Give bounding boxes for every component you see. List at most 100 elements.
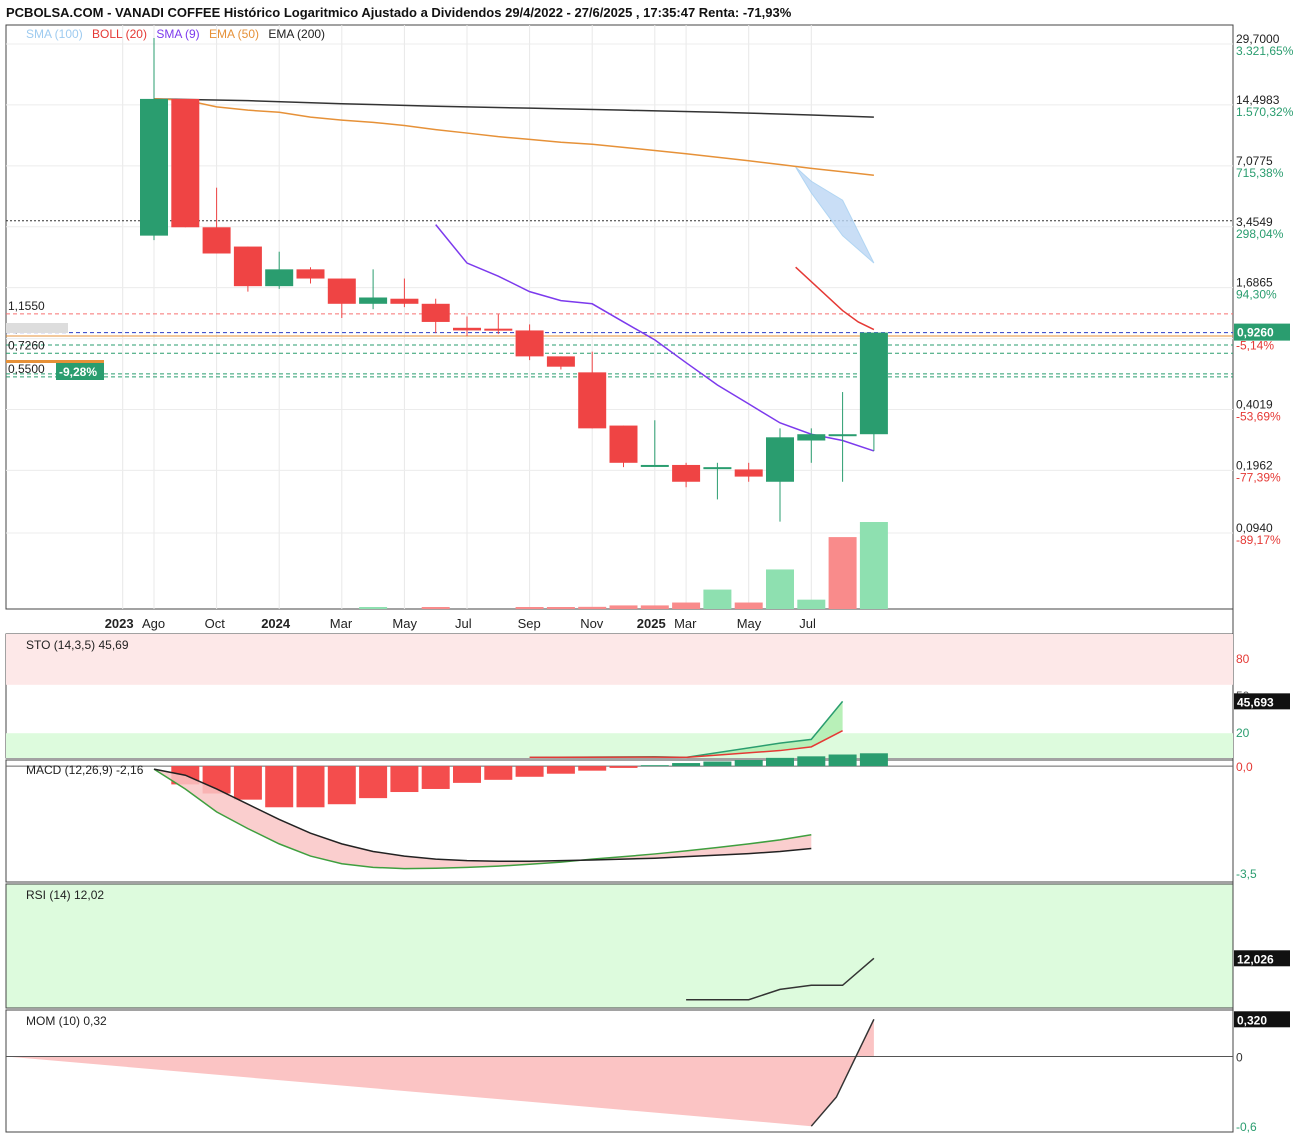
macd-hist-bar (828, 754, 857, 767)
macd-hist-bar (484, 766, 513, 780)
left-level-label: 1,1550 (8, 299, 45, 313)
volume-bar (609, 605, 638, 609)
candle-body (359, 297, 388, 304)
macd-hist-bar (453, 766, 481, 783)
legend-sma100[interactable]: SMA (100) (26, 27, 83, 41)
macd-hist-bar (359, 766, 388, 799)
volume-bar (421, 607, 450, 609)
macd-hist-bar (421, 766, 450, 789)
price-tick-pct: -77,39% (1236, 470, 1281, 484)
candle-body (766, 437, 794, 482)
mom-level-label: -0,6 (1236, 1120, 1257, 1134)
x-axis-label: Jul (455, 616, 472, 631)
sma100-band (795, 166, 875, 264)
macd-hist-bar (296, 766, 325, 808)
volume-bar (797, 599, 826, 609)
candle-body (390, 298, 419, 304)
price-tick-pct: -5,14% (1236, 339, 1274, 353)
boll-upper-line (795, 266, 875, 331)
macd-hist-bar (672, 763, 701, 767)
left-badge-text: -9,28% (59, 365, 97, 379)
x-axis-label: May (392, 616, 417, 631)
price-tick-pct: -89,17% (1236, 533, 1281, 547)
chart-canvas: 29,70003.321,65%14,49831.570,32%7,077571… (5, 24, 1294, 1134)
indicator-legend: SMA (100) BOLL (20) SMA (9) EMA (50) EMA… (26, 27, 331, 41)
candle-body (202, 227, 231, 254)
x-axis-label: May (737, 616, 762, 631)
candle-body (734, 469, 763, 477)
candle-body (515, 330, 544, 357)
sto-level-label: 20 (1236, 726, 1250, 740)
macd-hist-bar (327, 766, 356, 805)
volume-bar (672, 602, 701, 609)
candle-body (703, 467, 732, 470)
mom-level-label: 0 (1236, 1050, 1243, 1064)
ema50-line (153, 98, 874, 177)
candle-body (140, 98, 168, 236)
sto-oversold-zone (6, 733, 1233, 758)
volume-bar (859, 522, 888, 609)
candle-body (797, 434, 826, 441)
macd-hist-bar (766, 757, 794, 767)
candle-body (327, 278, 356, 304)
legend-sma9[interactable]: SMA (9) (156, 27, 199, 41)
left-level-label: 0,7260 (8, 338, 45, 352)
macd-hist-bar (390, 766, 419, 793)
candle-body (484, 328, 513, 331)
macd-title: MACD (12,26,9) -2,16 (26, 763, 144, 777)
legend-ema200[interactable]: EMA (200) (268, 27, 325, 41)
x-axis-label: 2024 (261, 616, 291, 631)
price-tick-pct: 298,04% (1236, 227, 1284, 241)
x-axis-label: Jul (799, 616, 816, 631)
volume-bar (578, 606, 607, 609)
sto-overbought-zone (6, 634, 1233, 685)
sto-title: STO (14,3,5) 45,69 (26, 638, 129, 652)
macd-hist-bar (515, 766, 544, 777)
x-axis-label: 2023 (105, 616, 134, 631)
volume-bar (734, 602, 763, 609)
candle-body (296, 269, 325, 279)
x-axis-label: Ago (142, 616, 165, 631)
mom-last-label: 0,320 (1237, 1013, 1267, 1027)
macd-hist-bar (609, 766, 638, 768)
macd-hist-bar (703, 761, 732, 767)
price-tick-pct: 715,38% (1236, 166, 1284, 180)
legend-ema50[interactable]: EMA (50) (209, 27, 259, 41)
volume-bar (515, 607, 544, 609)
candle-body (828, 434, 857, 437)
legend-boll20[interactable]: BOLL (20) (92, 27, 147, 41)
rsi-panel (5, 883, 1234, 1009)
x-axis-label: Nov (580, 616, 604, 631)
price-tick-pct: 94,30% (1236, 288, 1277, 302)
candle-body (171, 98, 200, 228)
mom-title: MOM (10) 0,32 (26, 1014, 107, 1028)
left-marker-ema (6, 360, 104, 363)
macd-hist-bar (797, 756, 826, 767)
x-axis-label: Sep (518, 616, 541, 631)
macd-hist-bar (265, 766, 294, 808)
rsi-last-label: 12,026 (1237, 952, 1274, 966)
x-axis-label: Oct (205, 616, 226, 631)
price-tick-pct: 3.321,65% (1236, 44, 1294, 58)
candle-body (578, 372, 607, 429)
macd-level-label: 0,0 (1236, 760, 1253, 774)
candle-body (546, 356, 575, 367)
x-axis-label: Mar (330, 616, 353, 631)
last-price-label: 0,9260 (1237, 326, 1274, 340)
volume-bar (766, 569, 794, 609)
macd-hist-bar (546, 766, 575, 774)
macd-hist-bar (859, 753, 888, 767)
candle-body (672, 464, 701, 482)
volume-bar (703, 589, 732, 609)
price-tick-pct: 1.570,32% (1236, 105, 1294, 119)
volume-bar (546, 607, 575, 609)
candle-body (421, 303, 450, 322)
x-axis-label: Mar (674, 616, 697, 631)
rsi-title: RSI (14) 12,02 (26, 888, 104, 902)
volume-bar (640, 605, 669, 609)
price-tick-pct: -53,69% (1236, 410, 1281, 424)
macd-hist-bar (734, 760, 763, 767)
sto-level-label: 80 (1236, 652, 1250, 666)
volume-bar (828, 537, 857, 609)
candle-body (453, 327, 481, 331)
